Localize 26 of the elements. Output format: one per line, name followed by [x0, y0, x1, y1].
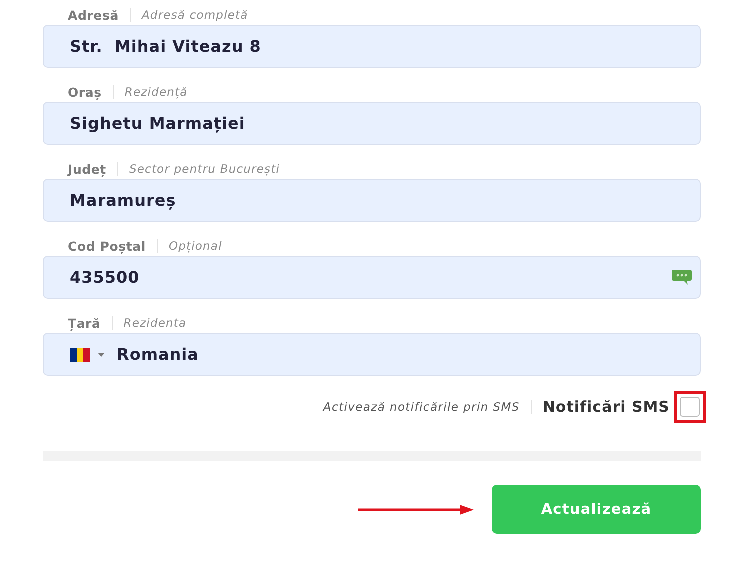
- field-label: Țară: [68, 316, 101, 330]
- field-hint: Adresă completă: [142, 8, 248, 22]
- field-label: Adresă: [68, 8, 119, 22]
- sms-hint: Activează notificările prin SMS: [323, 400, 520, 414]
- field-label: Județ: [68, 162, 106, 176]
- field-value: Str. Mihai Viteazu 8: [70, 37, 262, 56]
- field-hint: Opțional: [168, 239, 222, 253]
- field-value: Romania: [117, 345, 200, 364]
- field-hint: Sector pentru București: [129, 162, 280, 176]
- field-hint: Rezidență: [124, 85, 188, 99]
- field-label: Oraș: [68, 84, 102, 100]
- country-select[interactable]: Romania: [43, 333, 701, 376]
- flag-icon: [70, 348, 90, 362]
- field-hint: Rezidenta: [124, 316, 187, 330]
- field-value: 435500: [70, 268, 141, 287]
- field-value: Maramureș: [70, 191, 178, 210]
- input-field[interactable]: Maramureș: [43, 179, 701, 222]
- caret-icon: [98, 352, 105, 356]
- field-value: Sighetu Marmației: [70, 114, 246, 133]
- input-field[interactable]: 435500: [43, 256, 701, 299]
- field-label: Cod Poștal: [68, 238, 146, 254]
- sms-checkbox[interactable]: [680, 397, 700, 417]
- input-field[interactable]: Sighetu Marmației: [43, 102, 701, 145]
- sms-label: Notificări SMS: [542, 398, 670, 416]
- input-field[interactable]: Str. Mihai Viteazu 8: [43, 25, 701, 68]
- chat-bubble-icon: [672, 270, 692, 285]
